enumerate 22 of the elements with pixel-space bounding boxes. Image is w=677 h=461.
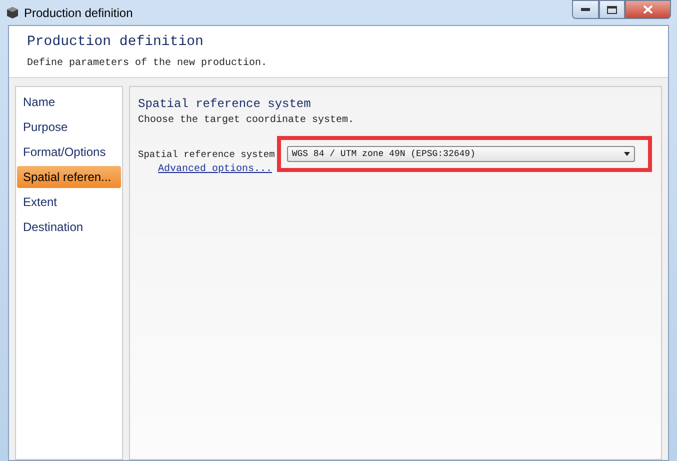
sidebar-item[interactable]: Format/Options [17, 141, 121, 163]
minimize-icon [581, 8, 590, 11]
minimize-button[interactable] [572, 0, 599, 19]
field-label: Spatial reference system [138, 148, 275, 160]
header-title: Production definition [27, 34, 204, 50]
section-subtitle: Choose the target coordinate system. [138, 115, 356, 126]
section-title: Spatial reference system [138, 97, 312, 111]
maximize-button[interactable] [599, 0, 625, 19]
header-subtitle: Define parameters of the new production. [27, 58, 268, 69]
coordinate-system-dropdown[interactable]: WGS 84 / UTM zone 49N (EPSG:32649) [286, 146, 635, 162]
sidebar-item[interactable]: Spatial referen... [17, 166, 121, 188]
sidebar-item[interactable]: Name [17, 91, 121, 113]
sidebar-item[interactable]: Destination [17, 216, 121, 238]
advanced-options-link[interactable]: Advanced options... [158, 164, 272, 175]
caret-icon [624, 152, 630, 156]
cube-icon [6, 6, 19, 19]
close-icon [643, 5, 653, 14]
sidebar-item[interactable]: Extent [17, 191, 121, 213]
close-button[interactable] [625, 0, 671, 19]
sidebar-item[interactable]: Purpose [17, 116, 121, 138]
window-title: Production definition [24, 6, 134, 20]
maximize-icon [607, 6, 617, 14]
